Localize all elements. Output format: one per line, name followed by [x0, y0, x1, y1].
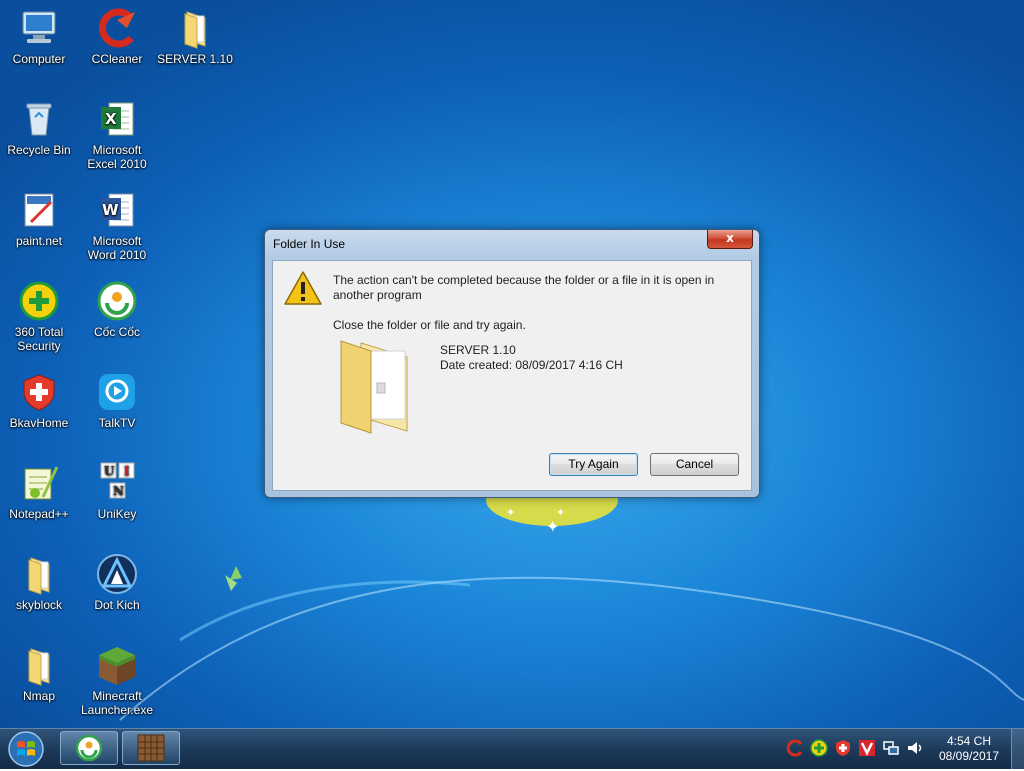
- desktop-icon-label: Computer: [12, 52, 66, 66]
- desktop-icon-excel-2010[interactable]: X Microsoft Excel 2010: [78, 97, 156, 171]
- desktop-icon-label: Minecraft Launcher.exe: [80, 689, 154, 717]
- tray-bkav-icon[interactable]: [834, 739, 852, 757]
- unikey-letter-i: I: [124, 464, 130, 478]
- try-again-button[interactable]: Try Again: [549, 453, 638, 476]
- coc-coc-icon: [95, 279, 139, 323]
- desktop-icon-dot-kich[interactable]: Dot Kich: [78, 552, 156, 612]
- desktop-icon-label: TalkTV: [98, 416, 136, 430]
- paint-net-icon: [17, 188, 61, 232]
- tray-unikey-v-icon[interactable]: [858, 739, 876, 757]
- desktop-icon-recycle-bin[interactable]: Recycle Bin: [0, 97, 78, 157]
- folder-icon: [173, 6, 217, 50]
- windows-logo-icon: [8, 731, 44, 767]
- computer-icon: [17, 6, 61, 50]
- show-desktop-button[interactable]: [1011, 729, 1024, 769]
- unikey-icon: U I N: [95, 461, 139, 505]
- desktop-icon-bkavhome[interactable]: BkavHome: [0, 370, 78, 430]
- crafting-table-icon: [137, 734, 165, 762]
- word-icon: W: [95, 188, 139, 232]
- desktop-icon-label: Nmap: [22, 689, 55, 703]
- desktop: ✦ ✦ ✦ Computer Recycle Bin paint.net 360…: [0, 0, 1024, 728]
- desktop-icon-talktv[interactable]: TalkTV: [78, 370, 156, 430]
- desktop-icon-label: Microsoft Excel 2010: [87, 143, 147, 171]
- coc-coc-icon: [75, 734, 103, 762]
- desktop-icon-notepad-plus-plus[interactable]: Notepad++: [0, 461, 78, 521]
- minecraft-block-icon: [95, 643, 139, 687]
- desktop-icon-label: Notepad++: [9, 507, 69, 521]
- desktop-icon-label: paint.net: [15, 234, 63, 248]
- desktop-icon-label: BkavHome: [9, 416, 69, 430]
- desktop-icon-label: CCleaner: [91, 52, 143, 66]
- network-icon[interactable]: [882, 739, 900, 757]
- desktop-icon-paint-net[interactable]: paint.net: [0, 188, 78, 248]
- clock-date: 08/09/2017: [938, 749, 1000, 763]
- desktop-icon-label: UniKey: [97, 507, 137, 521]
- taskbar: 4:54 CH 08/09/2017: [0, 728, 1024, 769]
- file-name: SERVER 1.10: [440, 343, 516, 357]
- desktop-icon-360-total-security[interactable]: 360 Total Security: [0, 279, 78, 353]
- svg-text:✦: ✦: [546, 517, 559, 536]
- dialog-title: Folder In Use: [273, 237, 346, 251]
- desktop-icon-label: Recycle Bin: [7, 143, 71, 157]
- desktop-icon-label: Cốc Cốc: [93, 325, 140, 339]
- folder-icon: [337, 335, 417, 435]
- svg-text:W: W: [102, 201, 119, 219]
- volume-icon[interactable]: [906, 739, 924, 757]
- tray-360-security-icon[interactable]: [810, 739, 828, 757]
- desktop-icon-label: 360 Total Security: [14, 325, 64, 353]
- taskbar-app-coc-coc[interactable]: [60, 731, 118, 765]
- desktop-icon-server-1-10[interactable]: SERVER 1.10: [156, 6, 234, 66]
- desktop-icon-ccleaner[interactable]: CCleaner: [78, 6, 156, 66]
- folder-icon: [17, 643, 61, 687]
- tray-ccleaner-icon[interactable]: [786, 739, 804, 757]
- taskbar-clock[interactable]: 4:54 CH 08/09/2017: [936, 734, 1002, 764]
- file-date-created: Date created: 08/09/2017 4:16 CH: [440, 358, 623, 372]
- excel-icon: X: [95, 97, 139, 141]
- shield-plus-icon: [17, 279, 61, 323]
- dot-kich-icon: [95, 552, 139, 596]
- warning-icon: [283, 269, 323, 307]
- dialog-body: The action can't be completed because th…: [272, 260, 752, 491]
- desktop-icon-minecraft-launcher[interactable]: Minecraft Launcher.exe: [78, 643, 156, 717]
- recycle-bin-icon: [17, 97, 61, 141]
- desktop-icon-label: SERVER 1.10: [157, 52, 233, 66]
- folder-icon: [17, 552, 61, 596]
- taskbar-app-minecraft[interactable]: [122, 731, 180, 765]
- notepad-icon: [17, 461, 61, 505]
- svg-text:✦: ✦: [556, 506, 565, 519]
- talktv-icon: [95, 370, 139, 414]
- svg-text:X: X: [105, 110, 117, 128]
- desktop-icon-label: Microsoft Word 2010: [87, 234, 147, 262]
- desktop-icon-computer[interactable]: Computer: [0, 6, 78, 66]
- cancel-button[interactable]: Cancel: [650, 453, 739, 476]
- desktop-icon-label: Dot Kich: [94, 598, 140, 612]
- dialog-instruction: Close the folder or file and try again.: [333, 318, 526, 332]
- desktop-icon-nmap[interactable]: Nmap: [0, 643, 78, 703]
- svg-text:✦: ✦: [506, 506, 515, 519]
- unikey-letter-n: N: [113, 484, 124, 498]
- desktop-icon-skyblock[interactable]: skyblock: [0, 552, 78, 612]
- folder-in-use-dialog: Folder In Use x The action can't be comp…: [264, 229, 760, 498]
- dialog-close-button[interactable]: x: [707, 230, 753, 249]
- desktop-icon-word-2010[interactable]: W Microsoft Word 2010: [78, 188, 156, 262]
- clock-time: 4:54 CH: [946, 734, 992, 748]
- ccleaner-icon: [95, 6, 139, 50]
- unikey-letter-u: U: [104, 464, 115, 478]
- dialog-message: The action can't be completed because th…: [333, 273, 715, 302]
- desktop-icon-unikey[interactable]: U I N UniKey: [78, 461, 156, 521]
- bkav-shield-icon: [17, 370, 61, 414]
- file-info: SERVER 1.10 Date created: 08/09/2017 4:1…: [440, 343, 623, 373]
- desktop-icon-coc-coc[interactable]: Cốc Cốc: [78, 279, 156, 339]
- start-button[interactable]: [6, 730, 46, 768]
- desktop-icon-label: skyblock: [15, 598, 62, 612]
